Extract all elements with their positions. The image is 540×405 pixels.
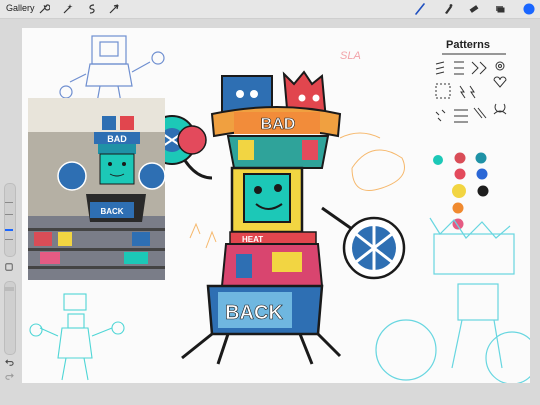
- top-toolbar: Gallery: [0, 0, 540, 19]
- reference-photo-image: BAD BACK: [28, 98, 165, 280]
- ref-bad-label: BAD: [107, 134, 127, 144]
- reference-photo[interactable]: BAD BACK: [28, 98, 165, 280]
- app-window: Gallery SLA Patterns BAD HEAT BACK BAD B…: [0, 0, 540, 405]
- wrench-icon[interactable]: [38, 3, 50, 15]
- magic-wand-icon[interactable]: [62, 3, 74, 15]
- swatch-orange: [452, 202, 464, 214]
- slider-tick: [5, 202, 13, 203]
- transform-icon[interactable]: [108, 3, 120, 15]
- opacity-handle[interactable]: [4, 287, 14, 291]
- eraser-icon[interactable]: [468, 3, 480, 15]
- smudge-icon[interactable]: [442, 3, 454, 15]
- left-sidebar: [2, 183, 16, 383]
- undo-icon[interactable]: [3, 357, 15, 367]
- color-swatches: [433, 152, 489, 230]
- bad-label: BAD: [261, 116, 296, 133]
- heat-label: HEAT: [242, 235, 263, 244]
- gallery-button[interactable]: Gallery: [6, 3, 35, 13]
- brush-size-slider[interactable]: [4, 183, 16, 257]
- swatch-blue: [476, 168, 488, 180]
- color-icon[interactable]: [522, 2, 535, 15]
- swatch-teal: [433, 155, 443, 165]
- modify-icon[interactable]: [3, 262, 15, 272]
- swatch-black: [477, 185, 489, 197]
- back-label: BACK: [225, 302, 283, 324]
- layers-icon[interactable]: [494, 3, 506, 15]
- main-robot-drawing: BAD HEAT BACK: [147, 70, 406, 365]
- swatch-yellow: [452, 184, 466, 198]
- patterns-title: Patterns: [446, 39, 490, 51]
- swatch-red: [454, 152, 466, 164]
- redo-icon[interactable]: [3, 371, 15, 381]
- fan-right: [342, 216, 406, 280]
- slider-handle[interactable]: [5, 229, 13, 231]
- slider-tick: [5, 239, 13, 240]
- selection-icon[interactable]: [86, 3, 98, 15]
- robot-sketch-cyan-left: [29, 293, 125, 381]
- slider-tick: [5, 214, 13, 215]
- signature-text: SLA: [340, 50, 361, 62]
- patterns-panel: Patterns: [435, 39, 507, 123]
- swatch-pink-red: [454, 168, 466, 180]
- swatch-dark-teal: [475, 152, 487, 164]
- ref-back-label: BACK: [100, 207, 123, 216]
- brush-icon[interactable]: [414, 3, 426, 15]
- opacity-slider[interactable]: [4, 281, 16, 355]
